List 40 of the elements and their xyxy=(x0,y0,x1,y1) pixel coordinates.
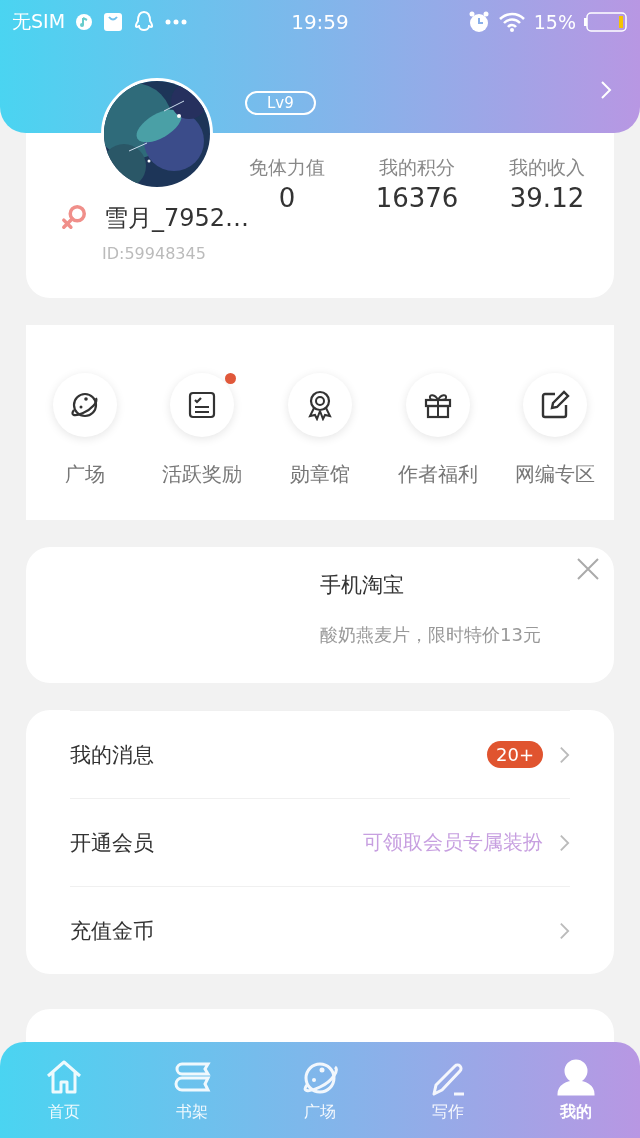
chevron-right-icon xyxy=(559,832,570,853)
menu-item[interactable]: 充值金币 xyxy=(70,886,570,974)
ad-description: 酸奶燕麦片，限时特价13元 xyxy=(320,623,542,647)
tab[interactable]: 我的 xyxy=(512,1042,640,1138)
shortcut-button[interactable]: 网编专区 xyxy=(515,373,596,488)
more-icon xyxy=(165,19,188,25)
stat-label: 我的积分 xyxy=(378,155,456,180)
stat-label: 我的收入 xyxy=(508,155,586,180)
chevron-right-icon xyxy=(559,920,570,941)
ad-title: 手机淘宝 xyxy=(320,572,405,599)
menu-item[interactable]: 我的消息 20+ xyxy=(70,710,570,798)
shopping-bag-icon xyxy=(103,12,124,32)
chevron-right-icon xyxy=(600,79,612,101)
menu-label: 充值金币 xyxy=(70,917,154,945)
menu-label: 开通会员 xyxy=(70,829,154,857)
clock-time: 19:59 xyxy=(291,10,349,34)
count-badge: 20+ xyxy=(487,741,543,768)
battery-icon xyxy=(584,12,628,32)
alarm-clock-icon xyxy=(467,11,490,33)
level-badge: Lv9 xyxy=(245,91,316,115)
stat-value: 16376 xyxy=(374,183,460,213)
username: 雪月_7952… xyxy=(104,203,250,234)
chevron-right-icon xyxy=(559,744,570,765)
shortcut-button[interactable]: 活跃奖励 xyxy=(162,373,243,488)
menu-hint: 可领取会员专属装扮 xyxy=(363,829,543,856)
stat-value: 39.12 xyxy=(508,183,586,213)
wifi-icon xyxy=(497,12,526,32)
stat-label: 免体力值 xyxy=(248,155,326,180)
stat-value: 0 xyxy=(277,183,297,213)
menu-item[interactable]: 开通会员 可领取会员专属装扮 xyxy=(70,798,570,886)
user-id: ID:59948345 xyxy=(102,244,207,263)
music-note-icon xyxy=(75,13,94,31)
menu-label: 我的消息 xyxy=(70,741,154,769)
carrier-label: 无SIM xyxy=(12,9,66,34)
shortcut-button[interactable]: 作者福利 xyxy=(397,373,478,488)
person-icon xyxy=(556,1058,596,1098)
edit-icon xyxy=(539,389,572,421)
close-icon[interactable] xyxy=(576,557,600,581)
penguin-icon xyxy=(133,10,156,34)
battery-percentage: 15% xyxy=(533,11,576,33)
